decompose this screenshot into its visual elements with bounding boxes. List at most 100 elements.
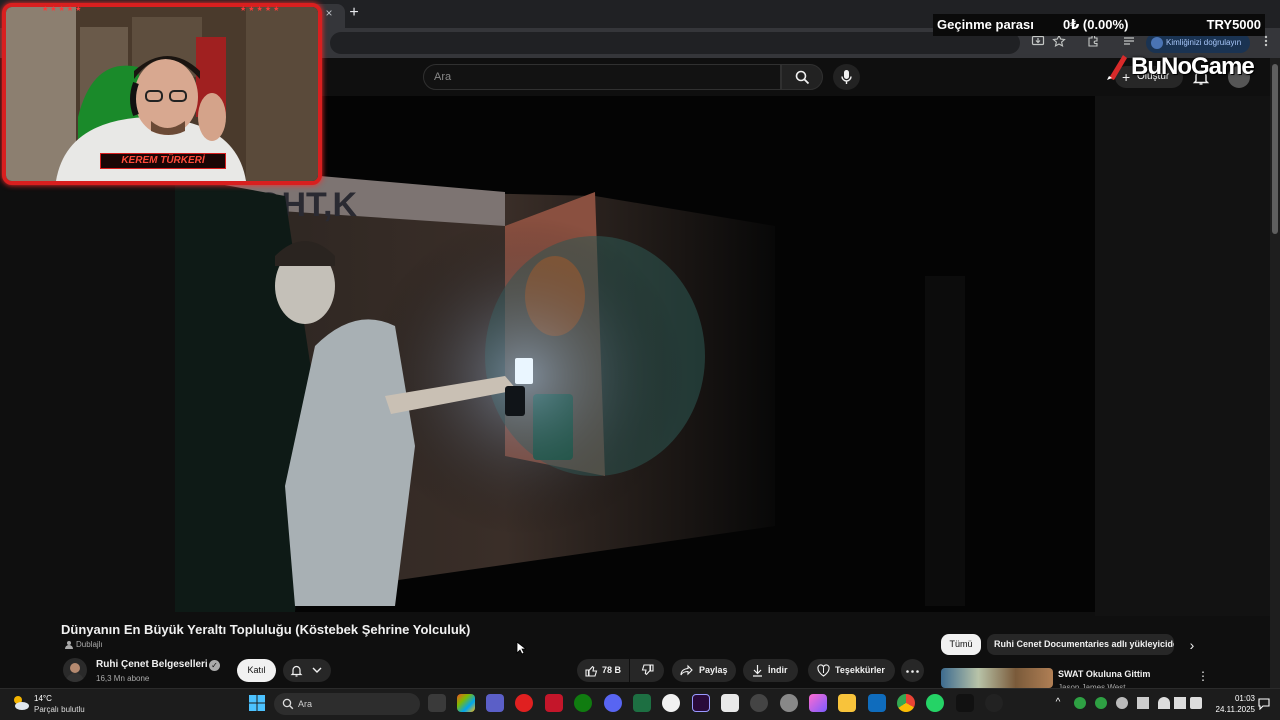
youtube-app-icon[interactable]: [515, 694, 533, 712]
chevron-right-icon[interactable]: ›: [1182, 636, 1202, 654]
reading-list-icon[interactable]: [1121, 34, 1137, 50]
search-icon: [795, 70, 810, 85]
tab-close-icon[interactable]: ×: [322, 6, 336, 20]
ticker-goal: TRY5000: [1206, 17, 1261, 32]
brand-name: BuNoGame: [1131, 53, 1255, 80]
task-view-icon[interactable]: [428, 694, 446, 712]
ticker-value: 0₺ (0.00%): [1063, 17, 1129, 32]
weather-cloud-icon[interactable]: [10, 692, 32, 714]
download-icon: [753, 665, 762, 677]
battery-icon[interactable]: [1190, 697, 1202, 709]
person-icon: [65, 641, 73, 649]
recommendation-title[interactable]: SWAT Okuluna Gittim: [1058, 669, 1150, 679]
clock-date[interactable]: 24.11.2025: [1205, 705, 1255, 714]
install-app-icon[interactable]: [1030, 34, 1046, 50]
wifi-icon[interactable]: [1158, 697, 1170, 709]
dubbed-label: Dublajlı: [76, 640, 103, 649]
download-label: İndir: [768, 665, 788, 675]
netflix-icon[interactable]: [956, 694, 974, 712]
discord-icon[interactable]: [604, 694, 622, 712]
search-button[interactable]: [781, 64, 823, 90]
excel-icon[interactable]: [633, 694, 651, 712]
brand-mark-icon: [1107, 55, 1127, 80]
taskbar-search[interactable]: Ara: [274, 693, 420, 715]
dark-app-icon[interactable]: [985, 694, 1003, 712]
recommendation-thumbnail[interactable]: [941, 668, 1053, 688]
tray-green-icon[interactable]: [1074, 697, 1086, 709]
bookmark-star-icon[interactable]: [1051, 34, 1067, 50]
whatsapp-icon[interactable]: [926, 694, 944, 712]
recommendations-sidebar: [1095, 96, 1270, 616]
more-actions-button[interactable]: [901, 659, 924, 682]
super-thanks-icon: [817, 664, 830, 677]
subscriber-count: 16,3 Mn abone: [96, 674, 150, 683]
premiere-icon[interactable]: [692, 694, 710, 712]
brand-logo: BuNoGame: [1103, 50, 1273, 84]
obs-icon[interactable]: [750, 694, 768, 712]
microphone-icon: [841, 70, 852, 84]
bell-icon: [290, 665, 303, 677]
new-tab-button[interactable]: +: [346, 5, 362, 21]
tray-mic-icon[interactable]: [1116, 697, 1128, 709]
weather-temperature[interactable]: 14°C: [34, 694, 52, 703]
taskbar-search-label: Ara: [298, 699, 313, 709]
steam-icon[interactable]: [780, 694, 798, 712]
profile-icon: [1151, 37, 1163, 49]
gallery-icon[interactable]: [809, 694, 827, 712]
donation-ticker: Geçinme parası 0₺ (0.00%) TRY5000: [933, 14, 1265, 36]
mouse-cursor-icon: [516, 641, 528, 655]
verified-check-icon: ✓: [209, 660, 220, 671]
thumbs-up-icon: [585, 665, 598, 677]
copilot-icon[interactable]: [457, 694, 475, 712]
extensions-icon[interactable]: [1085, 34, 1101, 50]
like-count: 78 B: [602, 665, 622, 675]
file-explorer-icon[interactable]: [838, 694, 856, 712]
xbox-icon[interactable]: [574, 694, 592, 712]
recommendation-menu-icon[interactable]: ⋮: [1197, 668, 1209, 684]
volume-icon[interactable]: [1174, 697, 1186, 709]
chip-all[interactable]: Tümü: [941, 634, 981, 655]
voice-search-button[interactable]: [833, 64, 860, 90]
tray-shield-icon[interactable]: [1095, 697, 1107, 709]
share-icon: [680, 664, 693, 676]
download-button[interactable]: İndir: [743, 659, 798, 682]
search-box[interactable]: [423, 64, 781, 90]
subscription-bell-button[interactable]: [283, 659, 331, 682]
like-button[interactable]: 78 B: [577, 659, 629, 682]
dislike-button[interactable]: [630, 659, 664, 682]
circle-app-icon[interactable]: [662, 694, 680, 712]
search-icon: [282, 698, 294, 710]
share-label: Paylaş: [699, 665, 728, 675]
clock-time[interactable]: 01:03: [1205, 694, 1255, 703]
thumbs-down-icon: [641, 664, 654, 676]
scrollbar-thumb[interactable]: [1272, 64, 1278, 234]
address-bar[interactable]: [330, 32, 1020, 54]
tray-chevron-up-icon[interactable]: ^: [1052, 696, 1064, 710]
red-app-icon[interactable]: [545, 694, 563, 712]
chevron-down-icon: [312, 667, 322, 673]
notepad-icon[interactable]: [721, 694, 739, 712]
chip-channel[interactable]: Ruhi Cenet Documentaries adlı yükleyicid…: [987, 634, 1174, 655]
weather-description[interactable]: Parçalı bulutlu: [34, 705, 85, 714]
notification-center-icon[interactable]: [1258, 697, 1270, 711]
channel-avatar[interactable]: [63, 658, 87, 682]
verify-label: Kimliğinizi doğrulayın: [1166, 38, 1242, 47]
more-horizontal-icon: [906, 670, 919, 673]
teams-icon[interactable]: [486, 694, 504, 712]
windows-start-icon[interactable]: [248, 694, 266, 712]
channel-name[interactable]: Ruhi Çenet Belgeselleri: [96, 659, 208, 670]
search-input[interactable]: [434, 65, 764, 89]
dubbed-badge: Dublajlı: [64, 640, 103, 649]
video-title: Dünyanın En Büyük Yeraltı Topluluğu (Kös…: [61, 622, 471, 637]
streamer-name: KEREM TÜRKERİ: [100, 153, 226, 169]
webcam-stars-right: ★★★★★: [240, 6, 282, 13]
ticker-label: Geçinme parası: [937, 17, 1034, 32]
chrome-icon[interactable]: [897, 694, 915, 712]
thanks-button[interactable]: Teşekkürler: [808, 659, 895, 682]
share-button[interactable]: Paylaş: [672, 659, 736, 682]
join-button[interactable]: Katıl: [237, 659, 276, 682]
thanks-label: Teşekkürler: [835, 665, 885, 675]
browser-menu-icon[interactable]: [1258, 34, 1274, 50]
keyboard-icon[interactable]: [1137, 697, 1149, 709]
outlook-icon[interactable]: [868, 694, 886, 712]
